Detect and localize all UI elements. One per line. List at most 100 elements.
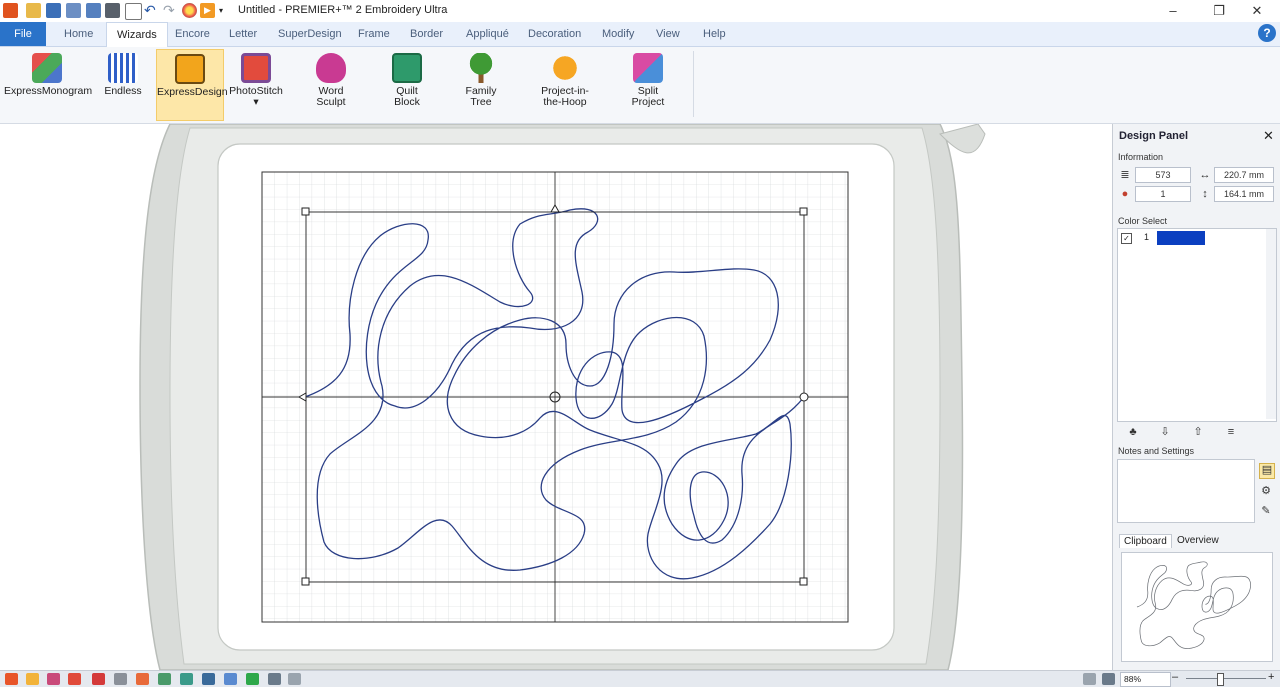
- notes-area[interactable]: [1117, 459, 1255, 523]
- open-folder-icon[interactable]: [26, 3, 41, 18]
- resize-handle-bottom-left[interactable]: [301, 577, 310, 586]
- tab-file[interactable]: File: [0, 22, 46, 46]
- status-tool-10-icon[interactable]: [202, 673, 215, 685]
- notes-label: Notes and Settings: [1118, 446, 1195, 456]
- move-down-icon[interactable]: ⇩: [1159, 426, 1171, 438]
- hoop-canvas[interactable]: [0, 124, 1112, 670]
- new-icon[interactable]: [125, 3, 142, 20]
- status-tool-1-icon[interactable]: [5, 673, 18, 685]
- photostitch-icon: [241, 53, 271, 83]
- express-monogram-button[interactable]: ExpressMonogram: [4, 49, 92, 119]
- endless-button[interactable]: Endless: [103, 49, 143, 119]
- design-workspace[interactable]: [0, 124, 1113, 670]
- design-panel-close-icon[interactable]: ✕: [1263, 128, 1274, 144]
- heart-icon: [316, 53, 346, 83]
- undo-icon[interactable]: ↶: [144, 3, 159, 18]
- tab-applique[interactable]: Appliqué: [456, 22, 519, 46]
- zoom-out-button[interactable]: –: [1172, 671, 1178, 683]
- redo-icon[interactable]: ↷: [163, 3, 178, 18]
- project-in-the-hoop-button[interactable]: Project-in- the-Hoop: [534, 49, 596, 119]
- settings-icon[interactable]: ⚙: [1260, 485, 1272, 497]
- tab-home[interactable]: Home: [54, 22, 103, 46]
- tab-help[interactable]: Help: [693, 22, 736, 46]
- design-panel-title: Design Panel: [1119, 130, 1189, 142]
- close-button[interactable]: ✕: [1234, 0, 1280, 22]
- play-icon[interactable]: ▶: [200, 3, 215, 18]
- tab-encore[interactable]: Encore: [165, 22, 220, 46]
- print-icon[interactable]: [105, 3, 120, 18]
- merge-colors-icon[interactable]: ≡: [1225, 426, 1237, 438]
- tab-wizards[interactable]: Wizards: [106, 22, 168, 47]
- status-tool-5-icon[interactable]: [92, 673, 105, 685]
- color-count-field: 1: [1135, 186, 1191, 202]
- quilt-block-button[interactable]: Quilt Block: [384, 49, 430, 119]
- tab-clipboard[interactable]: Clipboard: [1119, 534, 1172, 548]
- color-wheel-icon[interactable]: [182, 3, 197, 18]
- clipboard-preview: [1121, 552, 1273, 662]
- height-icon: ↕: [1202, 188, 1208, 200]
- move-up-icon[interactable]: ⇧: [1192, 426, 1204, 438]
- save-as-icon[interactable]: [66, 3, 81, 18]
- status-tool-2-icon[interactable]: [26, 673, 39, 685]
- color-item-number: 1: [1144, 232, 1150, 242]
- tab-overview[interactable]: Overview: [1175, 534, 1221, 547]
- tab-modify[interactable]: Modify: [592, 22, 644, 46]
- status-tool-8-icon[interactable]: [158, 673, 171, 685]
- status-bar: 88% – +: [0, 670, 1280, 687]
- minimize-button[interactable]: –: [1150, 0, 1196, 22]
- status-tool-14-icon[interactable]: [288, 673, 301, 685]
- design-panel: Design Panel ✕ Information ≣ 573 ↔ 220.7…: [1113, 124, 1280, 670]
- status-tool-11-icon[interactable]: [224, 673, 237, 685]
- save-icon[interactable]: [46, 3, 61, 18]
- app-logo-icon[interactable]: [3, 3, 18, 18]
- tab-superdesign[interactable]: SuperDesign: [268, 22, 352, 46]
- status-tool-7-icon[interactable]: [136, 673, 149, 685]
- export-icon[interactable]: [86, 3, 101, 18]
- color-select-list[interactable]: ✓ 1: [1117, 228, 1277, 422]
- tab-frame[interactable]: Frame: [348, 22, 400, 46]
- edit-pencil-icon[interactable]: ✎: [1260, 505, 1272, 517]
- zoom-slider-thumb[interactable]: [1217, 673, 1224, 686]
- split-icon: [633, 53, 663, 83]
- tab-letter[interactable]: Letter: [219, 22, 267, 46]
- stitch-count-field: 573: [1135, 167, 1191, 183]
- help-icon[interactable]: ?: [1258, 24, 1276, 42]
- tab-view[interactable]: View: [646, 22, 690, 46]
- tree-icon: [466, 53, 496, 83]
- qat-dropdown-icon[interactable]: ▾: [219, 3, 234, 18]
- zoom-in-button[interactable]: +: [1268, 671, 1274, 683]
- resize-handle-top-right[interactable]: [799, 207, 808, 216]
- zoom-slider-track[interactable]: [1186, 678, 1266, 679]
- star-icon: [550, 53, 580, 83]
- tab-border[interactable]: Border: [400, 22, 453, 46]
- height-field: 164.1 mm: [1214, 186, 1274, 202]
- split-project-button[interactable]: Split Project: [624, 49, 672, 119]
- photostitch-dropdown-icon[interactable]: ▾: [228, 97, 284, 108]
- color-list-scrollbar[interactable]: [1266, 229, 1276, 419]
- tab-decoration[interactable]: Decoration: [518, 22, 591, 46]
- thread-color-icon[interactable]: ♣: [1127, 426, 1139, 438]
- resize-handle-bottom-right[interactable]: [799, 577, 808, 586]
- status-tool-9-icon[interactable]: [180, 673, 193, 685]
- zoom-level-select[interactable]: 88%: [1120, 672, 1171, 687]
- expressdesign-button[interactable]: ExpressDesign: [156, 49, 228, 121]
- resize-handle-top-left[interactable]: [301, 207, 310, 216]
- rotate-handle[interactable]: [799, 392, 809, 402]
- word-sculpt-button[interactable]: Word Sculpt: [308, 49, 354, 119]
- notes-icon[interactable]: ▤: [1259, 463, 1275, 479]
- zoom-tool-icon[interactable]: [1083, 673, 1096, 685]
- endless-icon: [108, 53, 138, 83]
- color-swatch[interactable]: [1157, 231, 1205, 245]
- status-tool-6-icon[interactable]: [114, 673, 127, 685]
- width-icon: ↔: [1199, 169, 1211, 181]
- zoom-fit-icon[interactable]: [1102, 673, 1115, 685]
- clipboard-thumbnail: [1136, 561, 1251, 649]
- status-tool-3-icon[interactable]: [47, 673, 60, 685]
- status-add-icon[interactable]: [246, 673, 259, 685]
- status-tool-4-icon[interactable]: [68, 673, 81, 685]
- family-tree-button[interactable]: Family Tree: [458, 49, 504, 119]
- status-tool-13-icon[interactable]: [268, 673, 281, 685]
- photostitch-button[interactable]: PhotoStitch ▾: [228, 49, 284, 119]
- color-checkbox[interactable]: ✓: [1121, 233, 1132, 244]
- window-title: Untitled - PREMIER+™ 2 Embroidery Ultra: [238, 4, 448, 16]
